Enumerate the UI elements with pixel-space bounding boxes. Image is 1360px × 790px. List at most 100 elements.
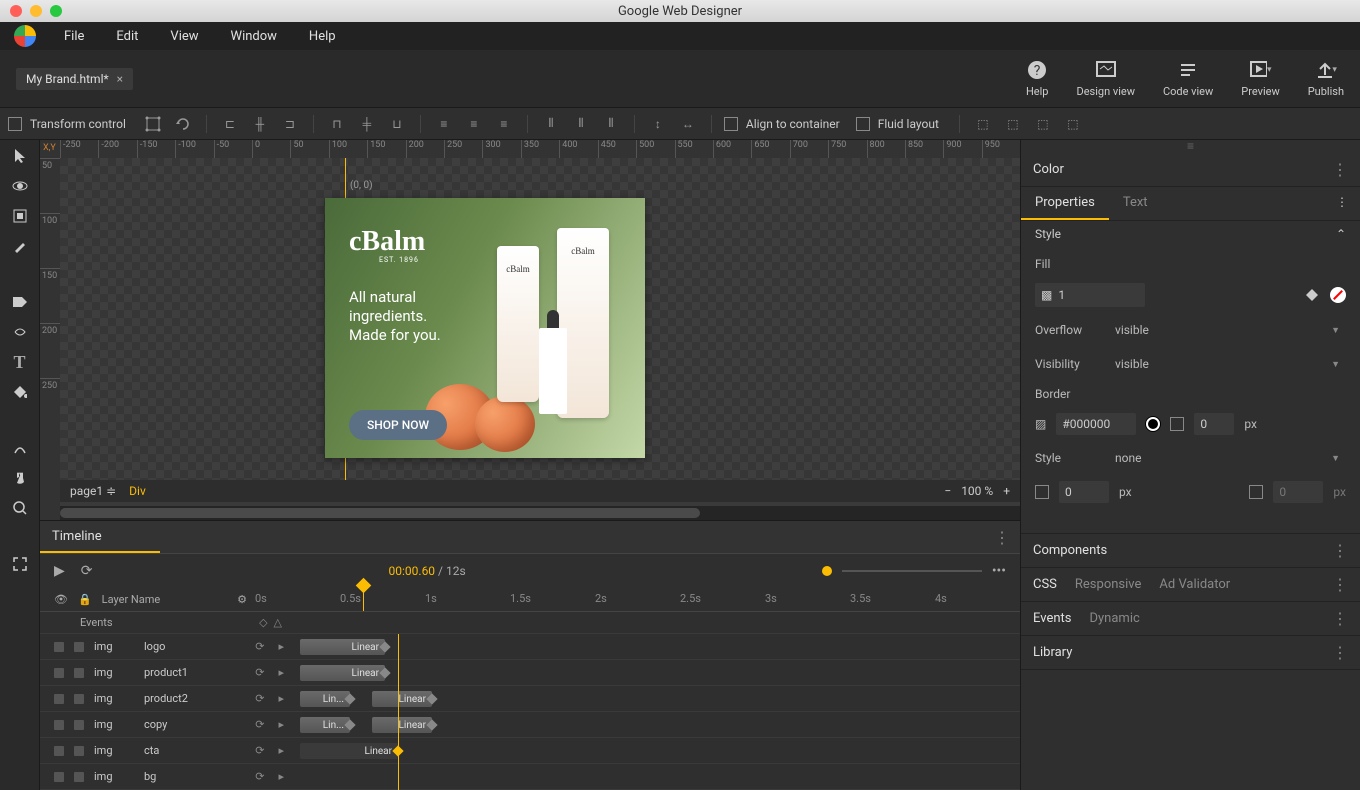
color-panel-heading[interactable]: Color⋮ — [1021, 152, 1360, 186]
keyframe-icon[interactable] — [426, 693, 437, 704]
preview-button[interactable]: ▾Preview — [1241, 59, 1279, 98]
align-container-checkbox[interactable] — [724, 117, 738, 131]
layer-loop-icon[interactable]: ⟳ — [255, 640, 264, 653]
timeline-ticks[interactable]: 0s0.5s1s1.5s2s2.5s3s3.5s4s — [255, 588, 1020, 611]
free-transform-icon[interactable] — [142, 113, 164, 135]
tab-properties[interactable]: Properties — [1021, 187, 1109, 220]
dist-vcenter-icon[interactable]: ≡ — [463, 113, 485, 135]
timeline-zoom-slider-thumb[interactable] — [822, 566, 832, 576]
tab-responsive[interactable]: Responsive — [1075, 577, 1142, 592]
timeline-layer-row[interactable]: imgcta⟳▸Linear — [40, 738, 1020, 764]
animation-segment[interactable]: Lin... — [300, 717, 350, 733]
visibility-col-icon[interactable]: 👁 — [54, 593, 68, 606]
timeline-options-icon[interactable]: ••• — [992, 563, 1006, 579]
no-fill-icon[interactable] — [1330, 287, 1346, 303]
keyframe-icon[interactable] — [379, 667, 390, 678]
zoom-tool-icon[interactable] — [10, 498, 30, 518]
event-kf-icon[interactable]: ◇ — [259, 616, 267, 629]
code-view-button[interactable]: Code view — [1163, 59, 1213, 98]
timeline-heading[interactable]: Timeline — [40, 521, 160, 553]
tab-css[interactable]: CSS — [1033, 577, 1057, 592]
menu-window[interactable]: Window — [217, 25, 291, 48]
layer-loop-icon[interactable]: ⟳ — [255, 666, 264, 679]
tab-events[interactable]: Events — [1033, 611, 1071, 626]
keyframe-icon[interactable] — [426, 719, 437, 730]
close-tab-icon[interactable]: × — [117, 72, 123, 86]
animation-segment[interactable]: Linear — [300, 665, 385, 681]
responsive-c-icon[interactable]: ⬚ — [1032, 113, 1054, 135]
zoom-value[interactable]: 100 % — [961, 484, 993, 498]
ad-creative[interactable]: cBalm EST. 1896 All natural ingredients.… — [325, 198, 645, 458]
menu-file[interactable]: File — [50, 25, 98, 48]
timeline-layer-row[interactable]: imgbg⟳▸ — [40, 764, 1020, 790]
3d-rotate-tool-icon[interactable] — [10, 176, 30, 196]
layer-expand-icon[interactable]: ▸ — [278, 666, 284, 679]
layer-lock-toggle[interactable] — [74, 720, 84, 730]
border-width-field[interactable]: 0 — [1194, 413, 1234, 435]
layer-loop-icon[interactable]: ⟳ — [255, 718, 264, 731]
scrollbar-thumb[interactable] — [60, 508, 700, 518]
dist-hcenter-icon[interactable]: ⫴ — [570, 113, 592, 135]
text-tool-icon[interactable]: T — [10, 352, 30, 372]
align-left-icon[interactable]: ⊏ — [219, 113, 241, 135]
animation-segment[interactable]: Lin... — [300, 691, 350, 707]
radius-a-field[interactable]: 0 — [1059, 481, 1109, 503]
layer-loop-icon[interactable]: ⟳ — [255, 744, 264, 757]
zoom-in-button[interactable]: + — [1003, 484, 1010, 498]
layer-settings-icon[interactable]: ⚙ — [237, 593, 247, 606]
events-menu-icon[interactable]: ⋮ — [1332, 609, 1348, 628]
pen-tool-icon[interactable] — [10, 236, 30, 256]
responsive-a-icon[interactable]: ⬚ — [972, 113, 994, 135]
dist-left-icon[interactable]: ⫴ — [540, 113, 562, 135]
element-tool-icon[interactable] — [10, 206, 30, 226]
color-menu-icon[interactable]: ⋮ — [1332, 160, 1348, 179]
align-right-icon[interactable]: ⊐ — [279, 113, 301, 135]
align-hcenter-icon[interactable]: ╫ — [249, 113, 271, 135]
animation-segment[interactable]: Linear — [300, 639, 385, 655]
layer-lock-toggle[interactable] — [74, 642, 84, 652]
radius-link-b-icon[interactable] — [1249, 485, 1263, 499]
timeline-layer-row[interactable]: imglogo⟳▸Linear — [40, 634, 1020, 660]
layer-expand-icon[interactable]: ▸ — [278, 770, 284, 783]
overflow-select[interactable]: visible▼ — [1109, 319, 1346, 341]
align-bottom-icon[interactable]: ⊔ — [386, 113, 408, 135]
timeline-zoom-slider-track[interactable] — [842, 570, 982, 572]
components-panel-heading[interactable]: Components⋮ — [1021, 534, 1360, 568]
align-top-icon[interactable]: ⊓ — [326, 113, 348, 135]
space-v-icon[interactable]: ↕ — [647, 113, 669, 135]
dist-right-icon[interactable]: ⫴ — [600, 113, 622, 135]
animation-segment[interactable]: Linear — [300, 743, 398, 759]
lock-col-icon[interactable]: 🔒 — [78, 593, 92, 606]
visibility-select[interactable]: visible▼ — [1109, 353, 1346, 375]
library-panel-heading[interactable]: Library⋮ — [1021, 636, 1360, 670]
tab-ad-validator[interactable]: Ad Validator — [1159, 577, 1230, 592]
layer-lock-toggle[interactable] — [74, 694, 84, 704]
layer-lock-toggle[interactable] — [74, 772, 84, 782]
timeline-layer-row[interactable]: imgproduct1⟳▸Linear — [40, 660, 1020, 686]
layer-visibility-toggle[interactable] — [54, 772, 64, 782]
timeline-layer-row[interactable]: imgcopy⟳▸Lin...Linear — [40, 712, 1020, 738]
layer-loop-icon[interactable]: ⟳ — [255, 692, 264, 705]
style-subheading[interactable]: Style⌃ — [1021, 221, 1360, 247]
tag-tool-icon[interactable] — [10, 292, 30, 312]
keyframe-icon[interactable] — [344, 719, 355, 730]
design-view-button[interactable]: Design view — [1076, 59, 1135, 98]
path-tool-icon[interactable] — [10, 322, 30, 342]
panel-grip-icon[interactable]: ≡ — [1021, 140, 1360, 152]
radius-link-a-icon[interactable] — [1035, 485, 1049, 499]
responsive-d-icon[interactable]: ⬚ — [1062, 113, 1084, 135]
ad-cta-button[interactable]: SHOP NOW — [349, 410, 447, 440]
border-swatch-icon[interactable] — [1146, 417, 1160, 431]
border-style-select[interactable]: none▼ — [1109, 447, 1346, 469]
layer-expand-icon[interactable]: ▸ — [278, 640, 284, 653]
keyframe-icon[interactable] — [379, 641, 390, 652]
menu-edit[interactable]: Edit — [102, 25, 152, 48]
space-h-icon[interactable]: ↔ — [677, 113, 699, 135]
transform-checkbox[interactable] — [8, 117, 22, 131]
responsive-b-icon[interactable]: ⬚ — [1002, 113, 1024, 135]
animation-segment[interactable]: Linear — [372, 717, 432, 733]
tab-text[interactable]: Text — [1109, 187, 1162, 220]
layer-expand-icon[interactable]: ▸ — [278, 692, 284, 705]
border-color-field[interactable]: #000000 — [1056, 413, 1136, 435]
fullscreen-tool-icon[interactable] — [10, 554, 30, 574]
